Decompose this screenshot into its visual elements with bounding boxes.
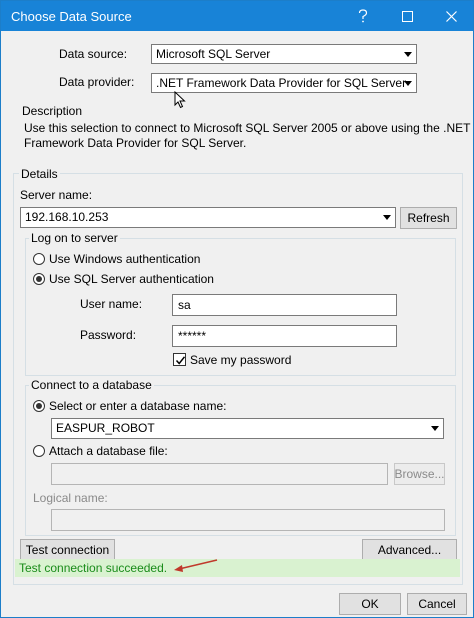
chevron-down-icon	[431, 426, 439, 431]
sql-auth-label[interactable]: Use SQL Server authentication	[49, 272, 214, 286]
sql-auth-radio[interactable]	[33, 273, 45, 285]
ok-button[interactable]: OK	[339, 593, 401, 615]
database-name-combo[interactable]: EASPUR_ROBOT	[51, 418, 444, 439]
window-title: Choose Data Source	[11, 9, 132, 24]
password-label: Password:	[80, 328, 137, 342]
save-password-label[interactable]: Save my password	[190, 353, 291, 367]
advanced-button[interactable]: Advanced...	[362, 539, 457, 561]
data-provider-value: .NET Framework Data Provider for SQL Ser…	[156, 76, 407, 90]
status-text: Test connection succeeded.	[19, 561, 168, 575]
question-mark-icon[interactable]	[341, 1, 385, 31]
select-database-label[interactable]: Select or enter a database name:	[49, 399, 226, 413]
maximize-icon[interactable]	[385, 1, 429, 31]
windows-auth-radio[interactable]	[33, 253, 45, 265]
password-input[interactable]: ******	[172, 325, 397, 347]
close-icon[interactable]	[429, 1, 473, 31]
user-name-value: sa	[178, 298, 191, 312]
server-name-combo[interactable]: 192.168.10.253	[20, 207, 396, 228]
refresh-button[interactable]: Refresh	[400, 207, 457, 229]
save-password-checkbox[interactable]	[173, 353, 186, 366]
server-name-value: 192.168.10.253	[25, 210, 109, 224]
data-provider-label: Data provider:	[59, 75, 135, 89]
logical-name-input[interactable]	[51, 509, 445, 531]
test-connection-button[interactable]: Test connection	[20, 539, 115, 561]
description-line-2: Framework Data Provider for SQL Server.	[24, 136, 247, 150]
cancel-button[interactable]: Cancel	[407, 593, 467, 615]
select-database-radio[interactable]	[33, 400, 45, 412]
title-bar: Choose Data Source	[1, 1, 473, 31]
data-source-value: Microsoft SQL Server	[156, 47, 271, 61]
checkmark-icon	[175, 356, 186, 365]
data-source-combo[interactable]: Microsoft SQL Server	[151, 44, 417, 64]
logical-name-label: Logical name:	[33, 491, 108, 505]
status-banner: Test connection succeeded.	[15, 559, 460, 577]
description-line-1: Use this selection to connect to Microso…	[24, 121, 471, 135]
chevron-down-icon	[404, 81, 412, 86]
browse-button[interactable]: Browse...	[394, 463, 445, 485]
connect-database-title: Connect to a database	[29, 378, 154, 392]
description-title: Description	[22, 104, 83, 118]
logon-title: Log on to server	[29, 231, 120, 245]
server-name-label: Server name:	[20, 188, 93, 202]
details-title: Details	[19, 167, 60, 181]
annotation-arrow-icon	[174, 559, 218, 572]
mouse-cursor-icon	[174, 91, 186, 109]
password-value: ******	[178, 329, 207, 343]
database-name-value: EASPUR_ROBOT	[56, 421, 155, 435]
attach-database-label[interactable]: Attach a database file:	[49, 444, 168, 458]
data-provider-combo[interactable]: .NET Framework Data Provider for SQL Ser…	[151, 73, 417, 93]
data-source-label: Data source:	[59, 47, 128, 61]
attach-database-radio[interactable]	[33, 445, 45, 457]
chevron-down-icon	[383, 215, 391, 220]
chevron-down-icon	[404, 52, 412, 57]
user-name-input[interactable]: sa	[172, 294, 397, 316]
choose-data-source-dialog: Choose Data Source Data source: Microsof…	[0, 0, 474, 618]
attach-database-input[interactable]	[51, 463, 388, 485]
windows-auth-label[interactable]: Use Windows authentication	[49, 252, 200, 266]
user-name-label: User name:	[80, 297, 143, 311]
